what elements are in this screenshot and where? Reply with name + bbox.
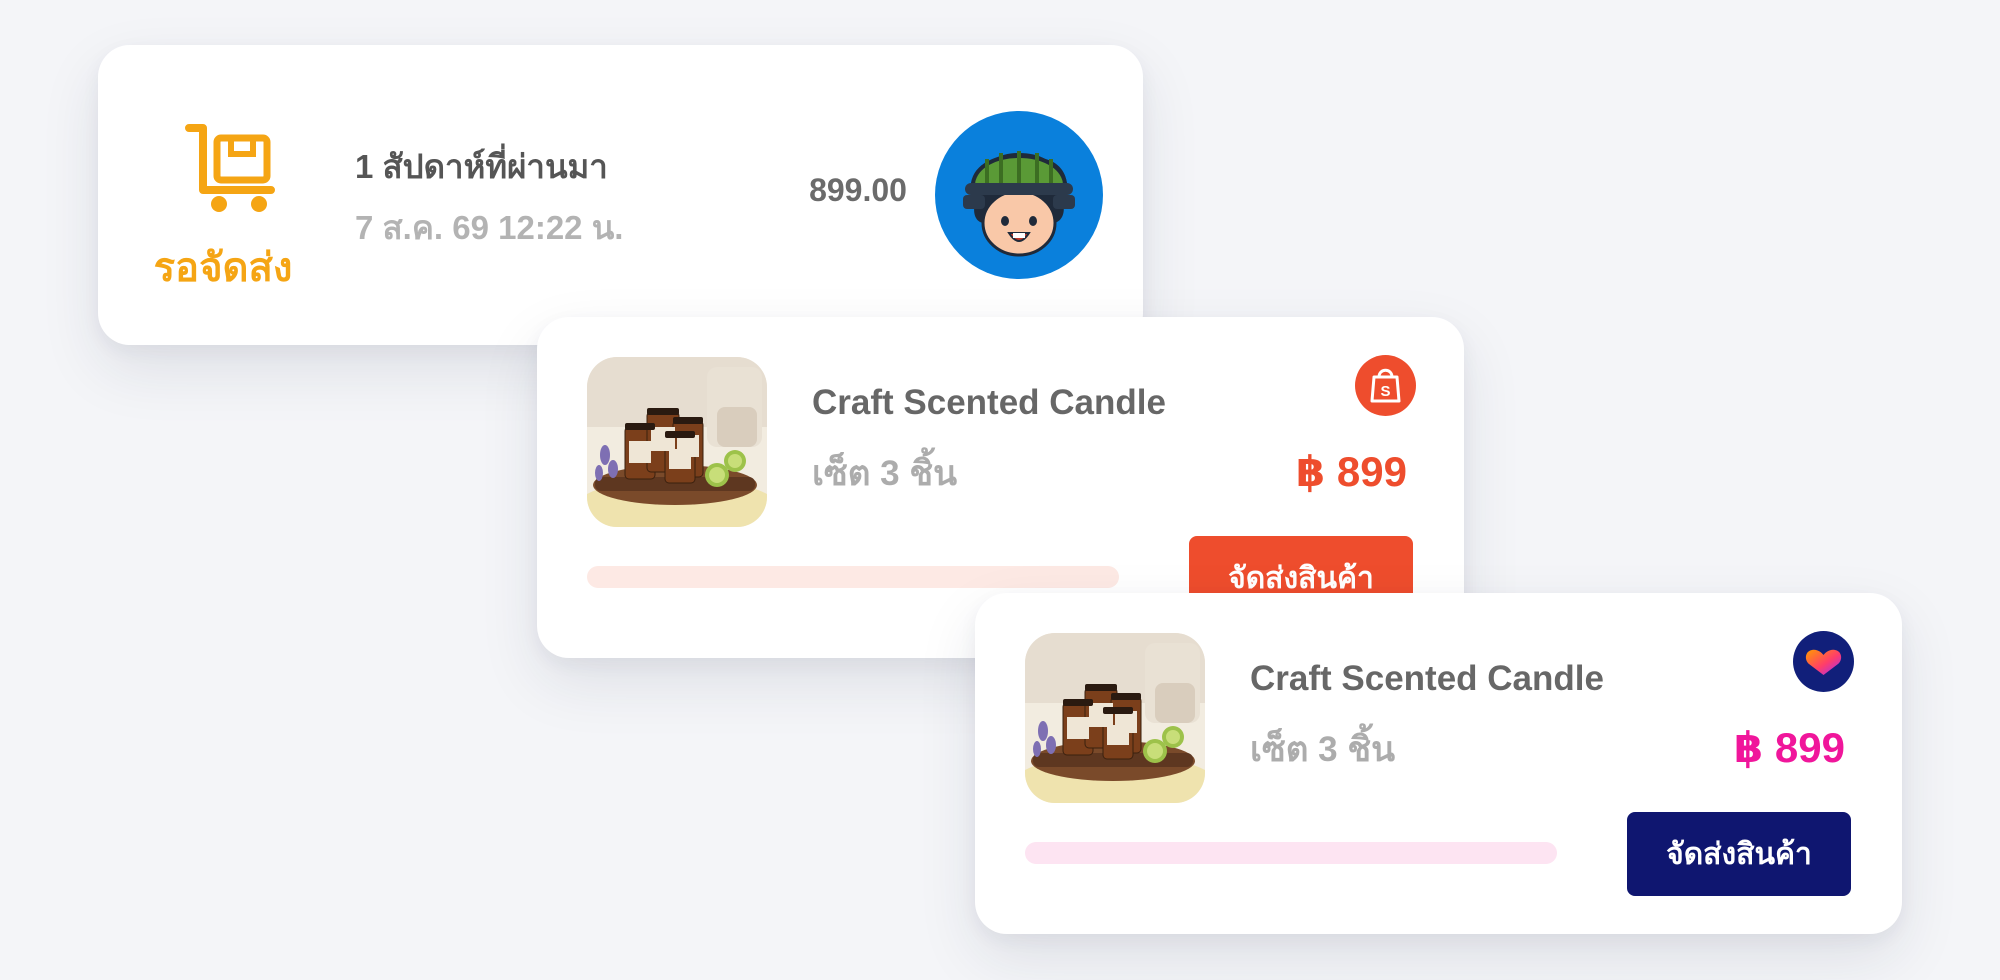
product-variant: เซ็ต 3 ชิ้น	[812, 454, 958, 493]
order-period: 1 สัปดาห์ที่ผ่านมา	[355, 148, 608, 185]
lazada-order-card[interactable]: Craft Scented Candle เซ็ต 3 ชิ้น ฿ 899 จ…	[975, 593, 1902, 934]
product-title: Craft Scented Candle	[1250, 659, 1604, 698]
cartoon-avatar-icon	[935, 111, 1103, 279]
progress-bar	[587, 566, 1119, 588]
order-amount: 899.00	[809, 172, 907, 208]
ship-button[interactable]: จัดส่งสินค้า	[1627, 812, 1851, 896]
order-datetime: 7 ส.ค. 69 12:22 น.	[355, 209, 624, 246]
product-price: ฿ 899	[1734, 724, 1845, 771]
delivery-cart-icon	[183, 120, 283, 220]
product-price: ฿ 899	[1296, 448, 1407, 495]
product-image	[1025, 633, 1205, 803]
progress-bar	[1025, 842, 1557, 864]
shopee-bag-icon: S	[1355, 355, 1416, 416]
lazada-heart-icon	[1793, 631, 1854, 692]
product-image	[587, 357, 767, 527]
svg-text:S: S	[1380, 383, 1390, 400]
order-card[interactable]: รอจัดส่ง 1 สัปดาห์ที่ผ่านมา 7 ส.ค. 69 12…	[98, 45, 1143, 345]
product-variant: เซ็ต 3 ชิ้น	[1250, 730, 1396, 769]
product-title: Craft Scented Candle	[812, 383, 1166, 422]
status-label: รอจัดส่ง	[153, 246, 293, 290]
